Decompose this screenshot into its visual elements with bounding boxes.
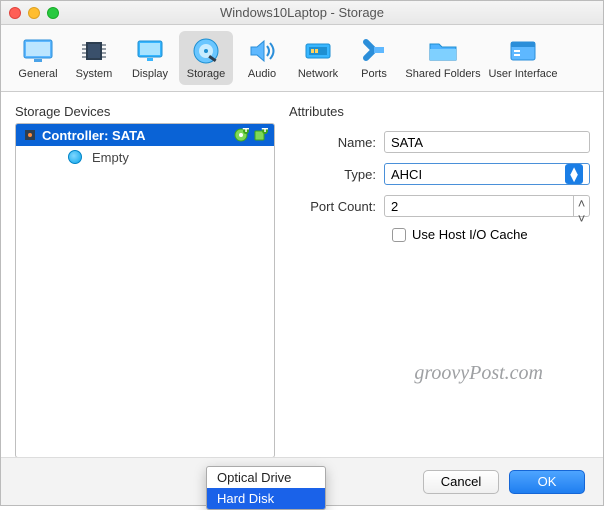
ok-button[interactable]: OK <box>509 470 585 494</box>
window-controls <box>9 7 59 19</box>
select-arrows-icon: ▲▼ <box>565 164 583 184</box>
toolbar-shared-folders[interactable]: Shared Folders <box>403 31 483 85</box>
speaker-icon <box>245 36 279 66</box>
cancel-button[interactable]: Cancel <box>423 470 499 494</box>
svg-text:+: + <box>261 128 268 136</box>
name-input[interactable] <box>384 131 590 153</box>
portcount-input[interactable] <box>384 195 574 217</box>
svg-text:+: + <box>242 128 249 136</box>
monitor-icon <box>21 36 55 66</box>
storage-devices-panel: Storage Devices Controller: SATA + + <box>15 104 275 454</box>
name-row: Name: <box>289 131 590 153</box>
minimize-window-button[interactable] <box>28 7 40 19</box>
settings-toolbar: General System Display Storage Audio <box>1 25 603 92</box>
folder-icon <box>426 36 460 66</box>
type-row: Type: AHCI ▲▼ <box>289 163 590 185</box>
hostio-checkbox[interactable] <box>392 228 406 242</box>
empty-attachment-row[interactable]: Empty <box>16 146 274 168</box>
toolbar-display[interactable]: Display <box>123 31 177 85</box>
zoom-window-button[interactable] <box>47 7 59 19</box>
toolbar-storage[interactable]: Storage <box>179 31 233 85</box>
harddisk-icon <box>189 36 223 66</box>
add-optical-icon[interactable]: + <box>233 127 249 143</box>
hostio-row: Use Host I/O Cache <box>289 227 590 242</box>
toolbar-general[interactable]: General <box>11 31 65 85</box>
menu-optical-drive[interactable]: Optical Drive <box>207 467 325 488</box>
network-icon <box>301 36 335 66</box>
toolbar-network[interactable]: Network <box>291 31 345 85</box>
add-attachment-menu: Optical Drive Hard Disk <box>206 466 326 510</box>
portcount-label: Port Count: <box>289 199 384 214</box>
optical-disc-icon <box>68 150 82 164</box>
attributes-heading: Attributes <box>289 104 590 119</box>
stepper-buttons[interactable]: ˄ ˅ <box>574 195 590 217</box>
titlebar: Windows10Laptop - Storage <box>1 1 603 25</box>
add-harddisk-icon[interactable]: + <box>252 127 268 143</box>
toolbar-system[interactable]: System <box>67 31 121 85</box>
content-area: Storage Devices Controller: SATA + + <box>1 92 603 506</box>
ports-icon <box>357 36 391 66</box>
window-title: Windows10Laptop - Storage <box>1 5 603 20</box>
controller-sata-row[interactable]: Controller: SATA + + <box>16 124 274 146</box>
toolbar-ports[interactable]: Ports <box>347 31 401 85</box>
controller-label: Controller: SATA <box>42 128 146 143</box>
hostio-label: Use Host I/O Cache <box>412 227 528 242</box>
display-icon <box>133 36 167 66</box>
attributes-panel: Attributes Name: Type: AHCI ▲▼ Port Coun… <box>289 104 590 454</box>
settings-window: Windows10Laptop - Storage General System… <box>0 0 604 506</box>
close-window-button[interactable] <box>9 7 21 19</box>
storage-devices-heading: Storage Devices <box>15 104 275 119</box>
sata-chip-icon <box>22 127 38 143</box>
stepper-up-icon[interactable]: ˄ <box>574 196 589 211</box>
name-label: Name: <box>289 135 384 150</box>
empty-label: Empty <box>92 150 129 165</box>
type-value: AHCI <box>391 167 422 182</box>
stepper-down-icon[interactable]: ˅ <box>574 211 589 226</box>
type-select[interactable]: AHCI ▲▼ <box>384 163 590 185</box>
portcount-stepper[interactable]: ˄ ˅ <box>384 195 590 217</box>
ui-icon <box>506 36 540 66</box>
storage-tree[interactable]: Controller: SATA + + Empty <box>15 123 275 458</box>
toolbar-audio[interactable]: Audio <box>235 31 289 85</box>
type-label: Type: <box>289 167 384 182</box>
toolbar-user-interface[interactable]: User Interface <box>485 31 561 85</box>
chip-icon <box>77 36 111 66</box>
portcount-row: Port Count: ˄ ˅ <box>289 195 590 217</box>
